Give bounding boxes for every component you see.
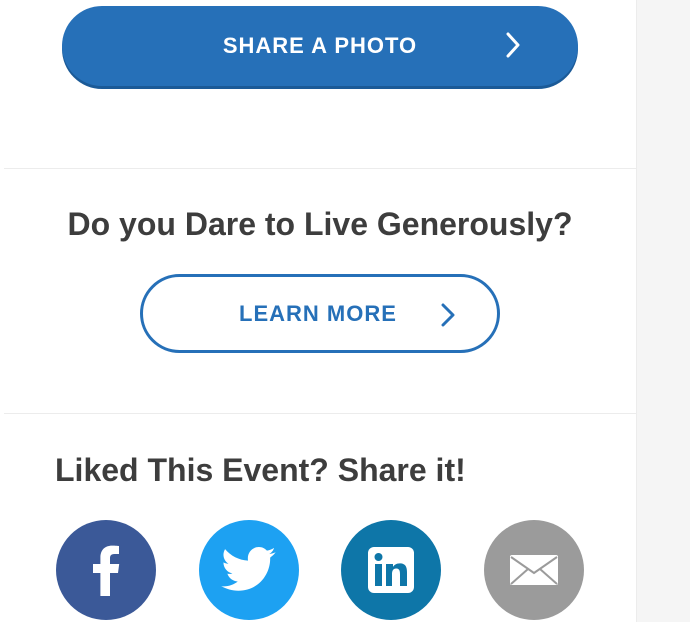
linkedin-icon <box>368 547 414 593</box>
content-panel: SHARE A PHOTO Do you Dare to Live Genero… <box>0 0 637 622</box>
chevron-right-icon <box>441 303 455 327</box>
email-share-button[interactable] <box>484 520 584 620</box>
section-divider <box>4 168 636 169</box>
twitter-share-button[interactable] <box>199 520 299 620</box>
facebook-share-button[interactable] <box>56 520 156 620</box>
share-photo-label: SHARE A PHOTO <box>222 33 418 58</box>
linkedin-share-button[interactable] <box>341 520 441 620</box>
learn-more-label: LEARN MORE <box>239 301 397 326</box>
facebook-icon <box>93 545 120 596</box>
chevron-right-icon <box>506 32 520 58</box>
section-divider <box>4 413 636 414</box>
learn-more-button[interactable]: LEARN MORE <box>140 274 500 353</box>
dare-heading: Do you Dare to Live Generously? <box>67 206 573 242</box>
email-icon <box>510 555 558 585</box>
share-event-heading: Liked This Event? Share it! <box>55 452 466 488</box>
twitter-icon <box>221 547 276 591</box>
share-photo-button[interactable]: SHARE A PHOTO <box>62 6 578 86</box>
